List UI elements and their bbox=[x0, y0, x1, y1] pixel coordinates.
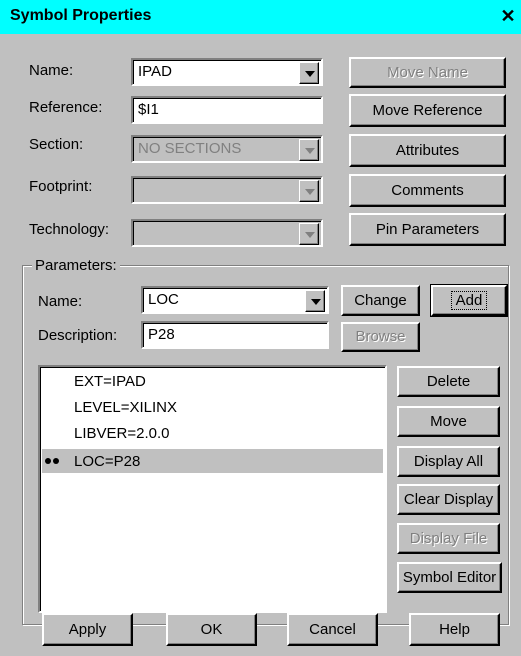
footprint-combo bbox=[131, 176, 323, 204]
param-name-dropdown-button[interactable] bbox=[305, 290, 325, 312]
reference-input[interactable]: $I1 bbox=[131, 96, 323, 124]
reference-input-value: $I1 bbox=[138, 101, 159, 118]
section-combo-value: NO SECTIONS bbox=[138, 140, 242, 157]
pin-parameters-button[interactable]: Pin Parameters bbox=[349, 213, 506, 246]
param-name-combo[interactable]: LOC bbox=[141, 286, 329, 314]
add-button-label: Add bbox=[450, 291, 488, 310]
browse-button: Browse bbox=[341, 322, 420, 352]
change-button[interactable]: Change bbox=[341, 285, 420, 316]
parameter-list[interactable]: EXT=IPAD LEVEL=XILINX LIBVER=2.0.0 LOC=P… bbox=[38, 365, 387, 613]
section-label: Section: bbox=[29, 136, 84, 153]
bullet-icon bbox=[45, 458, 51, 464]
chevron-down-icon bbox=[305, 148, 315, 154]
name-label: Name: bbox=[29, 62, 74, 79]
list-item[interactable]: LIBVER=2.0.0 bbox=[74, 425, 169, 442]
section-combo: NO SECTIONS bbox=[131, 135, 323, 163]
param-name-label: Name: bbox=[38, 293, 83, 310]
technology-combo bbox=[131, 219, 323, 247]
symbol-editor-button[interactable]: Symbol Editor bbox=[397, 562, 502, 593]
name-combo-value: IPAD bbox=[138, 63, 172, 80]
technology-dropdown-button bbox=[299, 223, 319, 245]
reference-label: Reference: bbox=[29, 99, 103, 116]
chevron-down-icon bbox=[305, 71, 315, 77]
list-item[interactable]: LEVEL=XILINX bbox=[74, 399, 177, 416]
clear-display-button[interactable]: Clear Display bbox=[397, 484, 500, 515]
name-dropdown-button[interactable] bbox=[299, 62, 319, 84]
window-title: Symbol Properties bbox=[10, 7, 152, 24]
symbol-properties-dialog: Symbol Properties ✕ Name: Reference: Sec… bbox=[0, 0, 521, 656]
chevron-down-icon bbox=[305, 232, 315, 238]
footprint-dropdown-button bbox=[299, 180, 319, 202]
param-name-value: LOC bbox=[148, 291, 179, 308]
description-label: Description: bbox=[38, 327, 118, 344]
display-file-button: Display File bbox=[397, 523, 500, 554]
move-reference-button[interactable]: Move Reference bbox=[349, 94, 506, 127]
description-input[interactable]: P28 bbox=[141, 321, 329, 349]
ok-button[interactable]: OK bbox=[166, 613, 257, 646]
add-button[interactable]: Add bbox=[430, 284, 508, 317]
section-dropdown-button bbox=[299, 139, 319, 161]
list-item[interactable]: EXT=IPAD bbox=[74, 373, 146, 390]
description-input-value: P28 bbox=[148, 326, 175, 343]
technology-label: Technology: bbox=[29, 221, 110, 238]
delete-button[interactable]: Delete bbox=[397, 366, 500, 397]
close-icon[interactable]: ✕ bbox=[497, 5, 519, 27]
chevron-down-icon bbox=[305, 189, 315, 195]
apply-button[interactable]: Apply bbox=[42, 613, 133, 646]
comments-button[interactable]: Comments bbox=[349, 174, 506, 207]
help-button[interactable]: Help bbox=[409, 613, 500, 646]
title-bar: Symbol Properties ✕ bbox=[0, 0, 521, 34]
list-item-selected[interactable]: LOC=P28 bbox=[74, 453, 140, 470]
move-name-button: Move Name bbox=[349, 57, 506, 88]
attributes-button[interactable]: Attributes bbox=[349, 134, 506, 167]
move-button[interactable]: Move bbox=[397, 406, 500, 437]
chevron-down-icon bbox=[311, 299, 321, 305]
bullet-icon bbox=[53, 458, 59, 464]
cancel-button[interactable]: Cancel bbox=[287, 613, 378, 646]
name-combo[interactable]: IPAD bbox=[131, 58, 323, 86]
display-all-button[interactable]: Display All bbox=[397, 446, 500, 477]
parameters-group-label: Parameters: bbox=[32, 257, 120, 274]
footprint-label: Footprint: bbox=[29, 178, 93, 195]
